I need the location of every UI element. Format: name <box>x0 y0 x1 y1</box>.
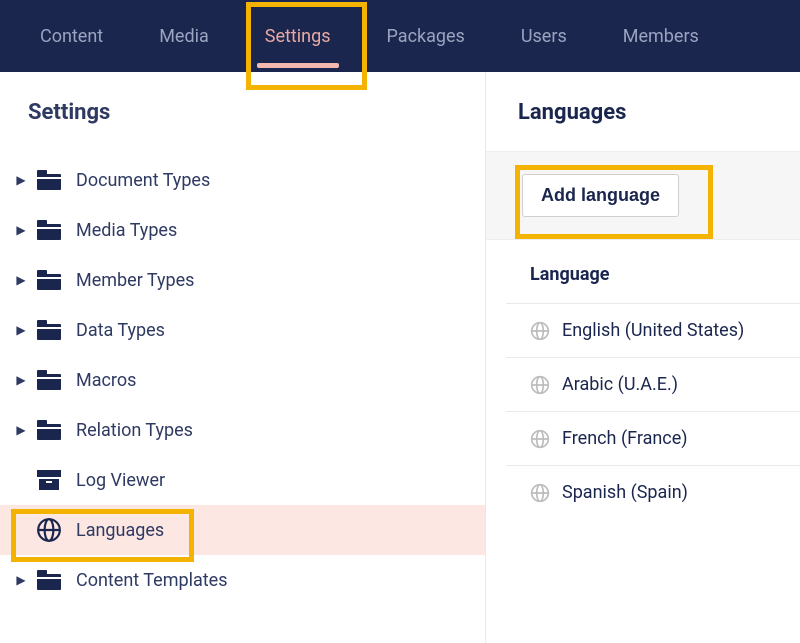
nav-label: Settings <box>265 26 331 47</box>
tree-label: Languages <box>76 520 164 541</box>
sidebar: Settings ▶ Document Types ▶ Media Types … <box>0 72 485 643</box>
caret-icon: ▶ <box>14 373 28 387</box>
tree-item-media-types[interactable]: ▶ Media Types <box>0 205 485 255</box>
archive-icon <box>36 467 62 493</box>
language-name: English (United States) <box>562 320 744 341</box>
tree-label: Relation Types <box>76 420 193 441</box>
globe-icon <box>530 483 550 503</box>
sidebar-title: Settings <box>0 100 485 155</box>
nav-label: Content <box>40 26 103 47</box>
globe-icon <box>530 429 550 449</box>
folder-icon <box>36 567 62 593</box>
folder-icon <box>36 417 62 443</box>
nav-members[interactable]: Members <box>595 0 727 72</box>
caret-icon: ▶ <box>14 223 28 237</box>
nav-media[interactable]: Media <box>131 0 237 72</box>
folder-icon <box>36 167 62 193</box>
content-panel: Languages Add language Language English … <box>485 72 800 643</box>
globe-icon <box>530 321 550 341</box>
top-nav: Content Media Settings Packages Users Me… <box>0 0 800 72</box>
globe-icon <box>36 517 62 543</box>
tree-label: Content Templates <box>76 570 228 591</box>
tree-label: Media Types <box>76 220 177 241</box>
nav-settings[interactable]: Settings <box>237 0 359 72</box>
nav-content[interactable]: Content <box>12 0 131 72</box>
nav-packages[interactable]: Packages <box>359 0 493 72</box>
tree-item-relation-types[interactable]: ▶ Relation Types <box>0 405 485 455</box>
language-row[interactable]: Arabic (U.A.E.) <box>506 358 800 412</box>
tree-item-content-templates[interactable]: ▶ Content Templates <box>0 555 485 605</box>
tree-item-data-types[interactable]: ▶ Data Types <box>0 305 485 355</box>
caret-icon: ▶ <box>14 173 28 187</box>
tree-item-macros[interactable]: ▶ Macros <box>0 355 485 405</box>
tree-label: Member Types <box>76 270 194 291</box>
language-name: French (France) <box>562 428 688 449</box>
language-row[interactable]: French (France) <box>506 412 800 466</box>
globe-icon <box>530 375 550 395</box>
folder-icon <box>36 367 62 393</box>
caret-icon: ▶ <box>14 323 28 337</box>
folder-icon <box>36 217 62 243</box>
language-row[interactable]: English (United States) <box>506 304 800 358</box>
panel-toolbar: Add language <box>486 151 800 240</box>
tree-item-log-viewer[interactable]: Log Viewer <box>0 455 485 505</box>
column-header-language: Language <box>506 240 800 304</box>
caret-icon: ▶ <box>14 573 28 587</box>
language-name: Spanish (Spain) <box>562 482 688 503</box>
caret-icon: ▶ <box>14 423 28 437</box>
tree-item-languages[interactable]: Languages <box>0 505 485 555</box>
settings-tree: ▶ Document Types ▶ Media Types ▶ Member … <box>0 155 485 605</box>
language-name: Arabic (U.A.E.) <box>562 374 678 395</box>
tree-label: Data Types <box>76 320 165 341</box>
tree-label: Document Types <box>76 170 210 191</box>
language-table: Language English (United States) Arabic … <box>486 240 800 519</box>
tree-label: Macros <box>76 370 136 391</box>
nav-label: Media <box>159 26 209 47</box>
nav-label: Users <box>521 26 567 47</box>
folder-icon <box>36 267 62 293</box>
nav-label: Packages <box>387 26 465 47</box>
folder-icon <box>36 317 62 343</box>
tree-label: Log Viewer <box>76 470 165 491</box>
caret-icon: ▶ <box>14 273 28 287</box>
nav-users[interactable]: Users <box>493 0 595 72</box>
language-row[interactable]: Spanish (Spain) <box>506 466 800 519</box>
nav-label: Members <box>623 26 699 47</box>
tree-item-member-types[interactable]: ▶ Member Types <box>0 255 485 305</box>
tree-item-document-types[interactable]: ▶ Document Types <box>0 155 485 205</box>
add-language-button[interactable]: Add language <box>522 174 679 217</box>
panel-title: Languages <box>486 100 800 151</box>
